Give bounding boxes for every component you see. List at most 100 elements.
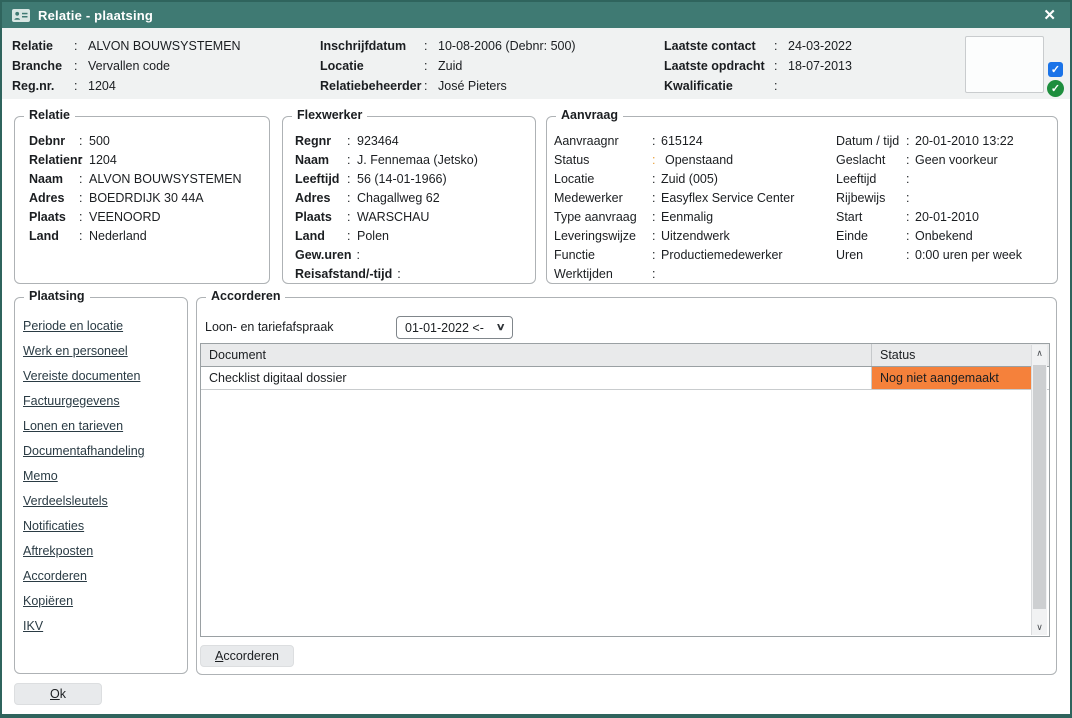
sidebar-item-verdeelsleutels[interactable]: Verdeelsleutels bbox=[23, 489, 181, 514]
field-row: Naam:ALVON BOUWSYSTEMEN bbox=[29, 170, 242, 189]
field-value: 1204 bbox=[88, 79, 241, 99]
approved-check-icon: ✓ bbox=[1047, 80, 1064, 97]
field-row: Rijbewijs: bbox=[836, 189, 1022, 208]
document-cell: Checklist digitaal dossier bbox=[201, 367, 872, 389]
field-value: José Pieters bbox=[438, 79, 576, 99]
header-registration-column: Inschrijfdatum:10-08-2006 (Debnr: 500) L… bbox=[320, 39, 576, 99]
field-row: Plaats:VEENOORD bbox=[29, 208, 242, 227]
column-header-status[interactable]: Status bbox=[872, 344, 1049, 366]
field-value: ALVON BOUWSYSTEMEN bbox=[88, 39, 241, 59]
plaatsing-groupbox: Plaatsing Periode en locatie Werk en per… bbox=[14, 297, 188, 674]
relatie-groupbox: Relatie Debnr:500 Relatienr:1204 Naam:AL… bbox=[14, 116, 270, 284]
field-value: 24-03-2022 bbox=[788, 39, 852, 59]
status-badge: Nog niet aangemaakt bbox=[872, 367, 1031, 389]
field-label: Reg.nr. bbox=[12, 79, 74, 99]
field-value: 10-08-2006 (Debnr: 500) bbox=[438, 39, 576, 59]
plaatsing-nav: Periode en locatie Werk en personeel Ver… bbox=[23, 314, 181, 639]
field-row: Reisafstand/-tijd: bbox=[295, 265, 478, 284]
tariff-select-value: 01-01-2022 <- bbox=[405, 321, 484, 335]
field-label: Laatste opdracht bbox=[664, 59, 774, 79]
field-row: Start:20-01-2010 bbox=[836, 208, 1022, 227]
status-value: Openstaand bbox=[661, 151, 794, 170]
sidebar-item-aftrekposten[interactable]: Aftrekposten bbox=[23, 539, 181, 564]
field-row: Locatie:Zuid (005) bbox=[554, 170, 794, 189]
header-relation-column: Relatie:ALVON BOUWSYSTEMEN Branche:Verva… bbox=[12, 39, 241, 99]
sidebar-item-lonen-en-tarieven[interactable]: Lonen en tarieven bbox=[23, 414, 181, 439]
field-value: Vervallen code bbox=[88, 59, 241, 79]
field-row: Einde:Onbekend bbox=[836, 227, 1022, 246]
sidebar-item-vereiste-documenten[interactable]: Vereiste documenten bbox=[23, 364, 181, 389]
field-label: Branche bbox=[12, 59, 74, 79]
sidebar-item-kopieren[interactable]: Kopiëren bbox=[23, 589, 181, 614]
sidebar-item-periode-en-locatie[interactable]: Periode en locatie bbox=[23, 314, 181, 339]
field-row: Type aanvraag:Eenmalig bbox=[554, 208, 794, 227]
field-row: Uren:0:00 uren per week bbox=[836, 246, 1022, 265]
field-row: Land:Polen bbox=[295, 227, 478, 246]
field-row: Land:Nederland bbox=[29, 227, 242, 246]
tariff-agreement-label: Loon- en tariefafspraak bbox=[205, 320, 334, 334]
field-row: Regnr:923464 bbox=[295, 132, 478, 151]
documents-table: Document Status Checklist digitaal dossi… bbox=[200, 343, 1050, 637]
header-activity-column: Laatste contact:24-03-2022 Laatste opdra… bbox=[664, 39, 852, 99]
field-row: Geslacht:Geen voorkeur bbox=[836, 151, 1022, 170]
field-label: Inschrijfdatum bbox=[320, 39, 424, 59]
relation-summary-header: Relatie:ALVON BOUWSYSTEMEN Branche:Verva… bbox=[2, 28, 1070, 99]
field-row: Relatienr:1204 bbox=[29, 151, 242, 170]
sidebar-item-documentafhandeling[interactable]: Documentafhandeling bbox=[23, 439, 181, 464]
field-label: Locatie bbox=[320, 59, 424, 79]
ok-button[interactable]: Ok bbox=[14, 683, 102, 705]
groupbox-title: Plaatsing bbox=[24, 289, 90, 303]
tariff-select[interactable]: 01-01-2022 <- ∨ bbox=[396, 316, 513, 339]
field-row: Status:Openstaand bbox=[554, 151, 794, 170]
groupbox-title: Accorderen bbox=[206, 289, 285, 303]
field-row: Leveringswijze:Uitzendwerk bbox=[554, 227, 794, 246]
field-row: Adres:BOEDRDIJK 30 44A bbox=[29, 189, 242, 208]
scroll-down-icon[interactable]: ∨ bbox=[1032, 619, 1047, 635]
close-icon[interactable]: ✕ bbox=[1039, 6, 1060, 25]
sidebar-item-werk-en-personeel[interactable]: Werk en personeel bbox=[23, 339, 181, 364]
field-row: Medewerker:Easyflex Service Center bbox=[554, 189, 794, 208]
groupbox-title: Flexwerker bbox=[292, 108, 367, 122]
field-row: Functie:Productiemedewerker bbox=[554, 246, 794, 265]
scroll-up-icon[interactable]: ∧ bbox=[1032, 345, 1047, 361]
field-value bbox=[788, 79, 852, 99]
sidebar-item-notificaties[interactable]: Notificaties bbox=[23, 514, 181, 539]
column-header-document[interactable]: Document bbox=[201, 344, 872, 366]
chevron-down-icon: ∨ bbox=[495, 322, 505, 333]
field-value: Zuid bbox=[438, 59, 576, 79]
sidebar-item-memo[interactable]: Memo bbox=[23, 464, 181, 489]
field-row: Werktijden: bbox=[554, 265, 794, 284]
aanvraag-fields-right: Datum / tijd:20-01-2010 13:22 Geslacht:G… bbox=[836, 132, 1022, 265]
field-row: Debnr:500 bbox=[29, 132, 242, 151]
field-row: Gew.uren: bbox=[295, 246, 478, 265]
table-header: Document Status bbox=[201, 344, 1049, 367]
sidebar-item-accorderen[interactable]: Accorderen bbox=[23, 564, 181, 589]
sidebar-item-ikv[interactable]: IKV bbox=[23, 614, 181, 639]
accorderen-groupbox: Accorderen Loon- en tariefafspraak 01-01… bbox=[196, 297, 1057, 675]
photo-placeholder bbox=[965, 36, 1044, 93]
groupbox-title: Aanvraag bbox=[556, 108, 623, 122]
sidebar-item-factuurgegevens[interactable]: Factuurgegevens bbox=[23, 389, 181, 414]
field-row: Aanvraagnr:615124 bbox=[554, 132, 794, 151]
relatie-fields: Debnr:500 Relatienr:1204 Naam:ALVON BOUW… bbox=[29, 132, 242, 246]
page-title: Relatie - plaatsing bbox=[38, 8, 153, 23]
field-row: Leeftijd: bbox=[836, 170, 1022, 189]
table-row[interactable]: Checklist digitaal dossier Nog niet aang… bbox=[201, 367, 1049, 390]
field-row: Adres:Chagallweg 62 bbox=[295, 189, 478, 208]
scrollbar-thumb[interactable] bbox=[1033, 365, 1046, 609]
window: Relatie - plaatsing ✕ Relatie:ALVON BOUW… bbox=[0, 0, 1072, 718]
field-label: Laatste contact bbox=[664, 39, 774, 59]
active-checkbox[interactable]: ✓ bbox=[1048, 62, 1063, 77]
field-row: Plaats:WARSCHAU bbox=[295, 208, 478, 227]
field-row: Leeftijd:56 (14-01-1966) bbox=[295, 170, 478, 189]
table-scrollbar[interactable]: ∧ ∨ bbox=[1031, 345, 1047, 635]
groupbox-title: Relatie bbox=[24, 108, 75, 122]
field-label: Relatiebeheerder bbox=[320, 79, 424, 99]
field-row: Datum / tijd:20-01-2010 13:22 bbox=[836, 132, 1022, 151]
aanvraag-groupbox: Aanvraag Aanvraagnr:615124 Status:Openst… bbox=[546, 116, 1058, 284]
flexwerker-fields: Regnr:923464 Naam:J. Fennemaa (Jetsko) L… bbox=[295, 132, 478, 284]
accorderen-button[interactable]: Accorderen bbox=[200, 645, 294, 667]
field-value: 18-07-2013 bbox=[788, 59, 852, 79]
aanvraag-fields-left: Aanvraagnr:615124 Status:Openstaand Loca… bbox=[554, 132, 794, 284]
field-row: Naam:J. Fennemaa (Jetsko) bbox=[295, 151, 478, 170]
